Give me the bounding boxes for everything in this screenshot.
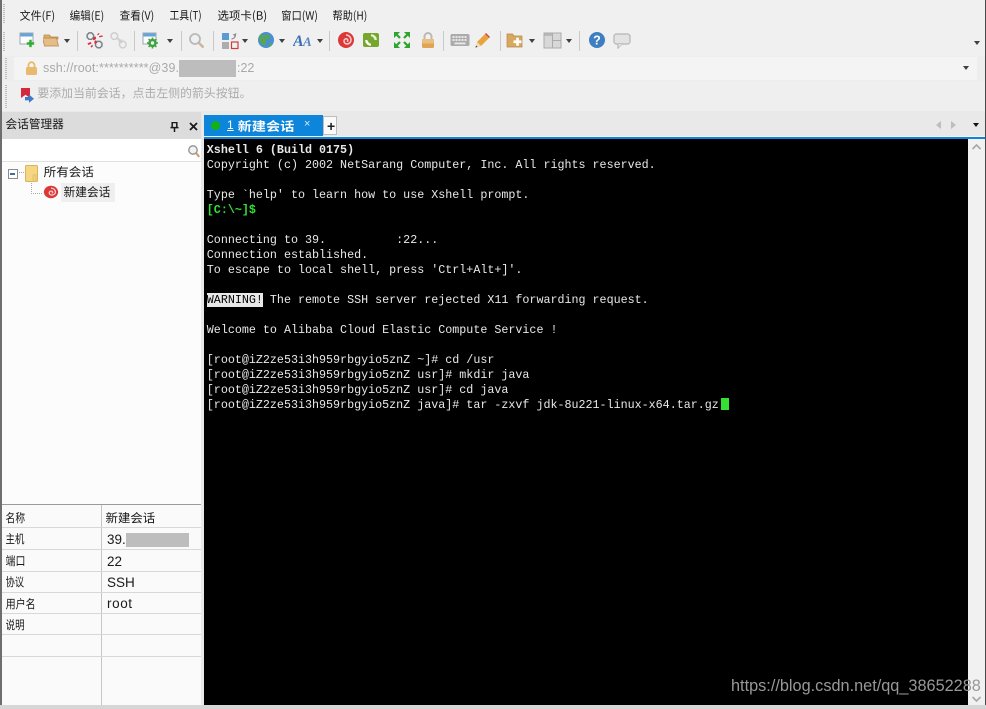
svg-text:A: A (302, 34, 312, 49)
svg-text:?: ? (593, 34, 601, 48)
